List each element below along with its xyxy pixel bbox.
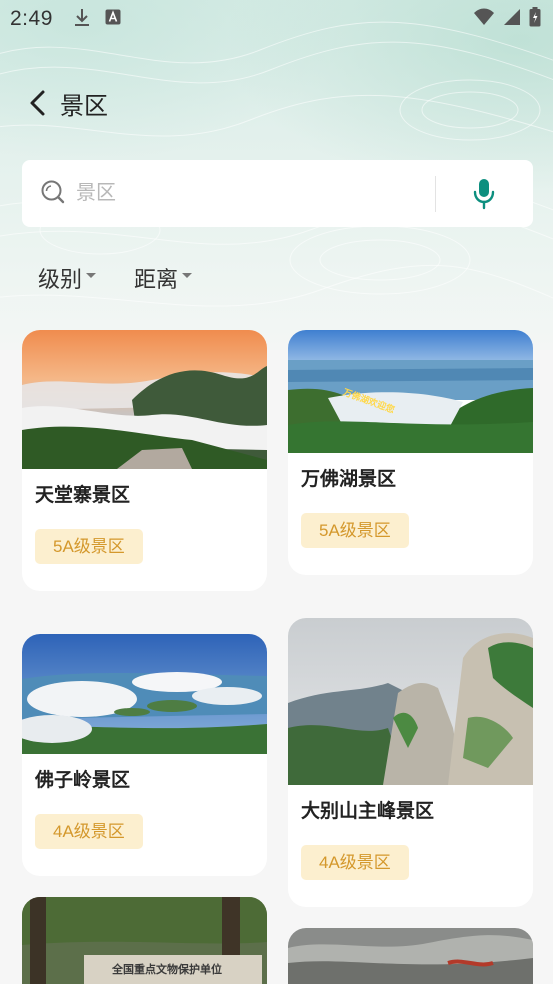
back-button[interactable] <box>22 83 52 123</box>
voice-search-button[interactable] <box>463 174 505 214</box>
top-bar: 景区 <box>0 78 553 128</box>
scenic-card[interactable]: 全国重点文物保护单位 <box>22 897 267 984</box>
filter-bar: 级别 距离 <box>38 262 193 294</box>
wifi-icon <box>473 8 495 30</box>
scenic-name: 佛子岭景区 <box>35 770 131 791</box>
caret-down-icon <box>182 272 193 278</box>
level-badge: 4A级景区 <box>35 814 143 849</box>
scenic-photo <box>288 928 533 984</box>
scenic-card[interactable]: 万佛湖欢迎您 万佛湖景区 5A级景区 <box>288 330 533 575</box>
signal-icon <box>503 8 521 30</box>
status-time: 2:49 <box>10 7 53 30</box>
photo-signage-text: 全国重点文物保护单位 <box>112 964 222 976</box>
scenic-photo: 万佛湖欢迎您 <box>288 330 533 453</box>
scenic-card[interactable]: 大别山主峰景区 4A级景区 <box>288 618 533 907</box>
filter-level[interactable]: 级别 <box>38 262 97 294</box>
filter-label: 距离 <box>134 267 179 292</box>
level-badge: 4A级景区 <box>301 845 409 880</box>
scenic-photo: 全国重点文物保护单位 <box>22 897 267 984</box>
page-title: 景区 <box>60 92 108 120</box>
chevron-left-icon <box>30 90 45 116</box>
scenic-name: 万佛湖景区 <box>301 469 397 490</box>
scenic-photo <box>288 618 533 785</box>
search-bar <box>22 160 533 227</box>
scenic-photo <box>22 634 267 754</box>
scenic-name: 大别山主峰景区 <box>301 801 435 822</box>
search-divider <box>435 176 436 212</box>
search-icon <box>40 179 66 209</box>
download-icon <box>73 7 91 31</box>
caret-down-icon <box>86 272 97 278</box>
filter-label: 级别 <box>38 267 83 292</box>
level-badge: 5A级景区 <box>35 529 143 564</box>
scenic-photo <box>22 330 267 469</box>
level-badge: 5A级景区 <box>301 513 409 548</box>
microphone-icon <box>473 179 495 210</box>
filter-distance[interactable]: 距离 <box>134 262 193 294</box>
battery-icon <box>529 7 541 31</box>
scenic-card[interactable] <box>288 928 533 984</box>
scenic-card[interactable]: 天堂寨景区 5A级景区 <box>22 330 267 591</box>
app-notification-icon <box>105 9 121 29</box>
scenic-name: 天堂寨景区 <box>35 485 131 506</box>
scenic-card[interactable]: 佛子岭景区 4A级景区 <box>22 634 267 876</box>
status-bar: 2:49 <box>0 0 553 38</box>
search-input[interactable] <box>76 182 416 205</box>
